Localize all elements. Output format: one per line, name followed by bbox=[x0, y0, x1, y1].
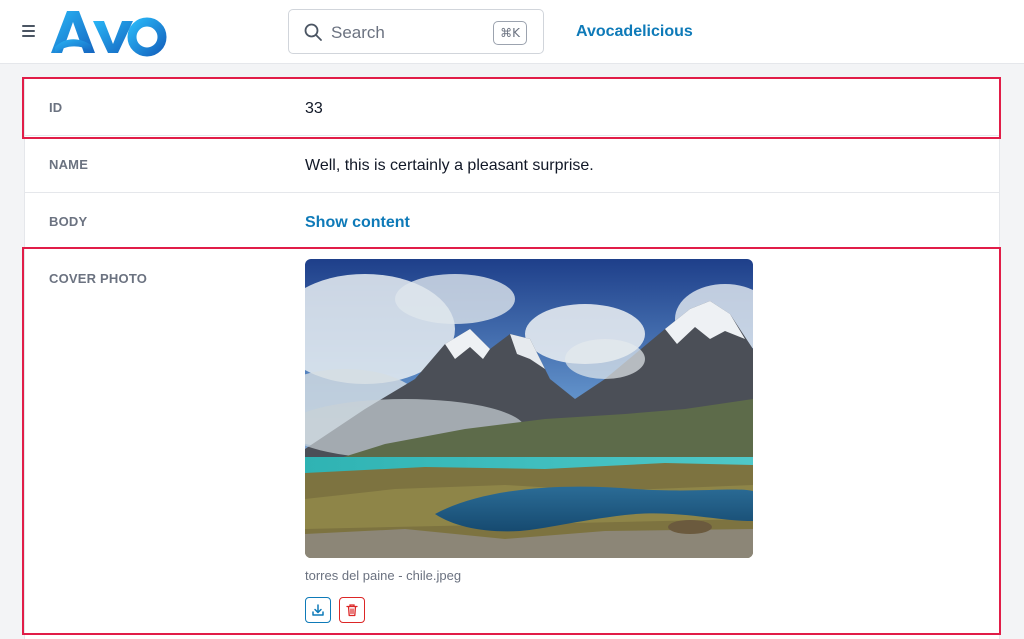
download-icon bbox=[312, 604, 324, 616]
field-row-cover-photo: COVER PHOTO torres del paine - chile.jpe… bbox=[25, 250, 999, 639]
search-input[interactable]: Search ⌘K bbox=[288, 9, 544, 54]
show-content-link[interactable]: Show content bbox=[305, 214, 410, 232]
app-name-link[interactable]: Avocadelicious bbox=[576, 23, 693, 41]
cover-photo-filename: torres del paine - chile.jpeg bbox=[305, 568, 462, 583]
download-button[interactable] bbox=[305, 597, 331, 623]
field-value: 33 bbox=[305, 100, 323, 117]
field-row-id: ID 33 bbox=[25, 79, 999, 136]
avo-logo[interactable] bbox=[49, 7, 167, 57]
field-row-name: NAME Well, this is certainly a pleasant … bbox=[25, 136, 999, 193]
top-navbar: Search ⌘K Avocadelicious bbox=[0, 0, 1024, 64]
search-placeholder: Search bbox=[331, 23, 385, 42]
field-label: ID bbox=[49, 100, 63, 115]
hamburger-icon[interactable] bbox=[22, 25, 35, 37]
field-label: NAME bbox=[49, 157, 89, 172]
field-label: BODY bbox=[49, 214, 88, 229]
field-row-body: BODY Show content bbox=[25, 193, 999, 250]
field-value: Well, this is certainly a pleasant surpr… bbox=[305, 157, 594, 174]
delete-button[interactable] bbox=[339, 597, 365, 623]
search-shortcut-badge: ⌘K bbox=[493, 21, 527, 45]
record-panel: ID 33 NAME Well, this is certainly a ple… bbox=[24, 79, 1000, 639]
search-icon bbox=[304, 23, 322, 41]
trash-icon bbox=[346, 604, 358, 617]
field-label: COVER PHOTO bbox=[49, 271, 148, 286]
cover-photo-image[interactable] bbox=[305, 259, 753, 558]
